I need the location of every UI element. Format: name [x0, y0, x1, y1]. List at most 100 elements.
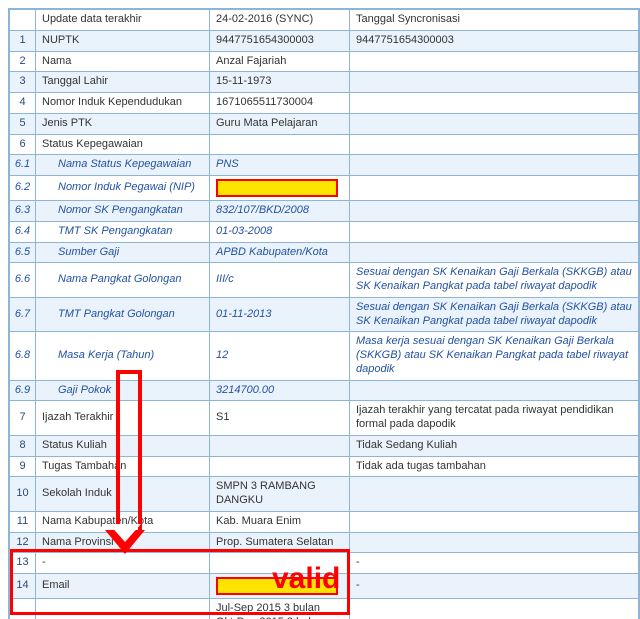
row-num: 8: [10, 435, 36, 456]
row-label: Nama Pangkat Golongan: [36, 263, 210, 298]
row-label: Nama Provinsi: [36, 532, 210, 553]
table-row: 6.1Nama Status KepegawaianPNS: [10, 155, 639, 176]
row-desc: [350, 72, 639, 93]
row-label: Jenis PTK: [36, 113, 210, 134]
row-label: Nama Kabupaten/Kota: [36, 511, 210, 532]
row-num: 6.3: [10, 201, 36, 222]
table-row: 11Nama Kabupaten/KotaKab. Muara Enim: [10, 511, 639, 532]
table-row: 13--: [10, 553, 639, 574]
table-row: 6Status Kepegawaian: [10, 134, 639, 155]
row-num: 15: [10, 599, 36, 619]
row-value: 15-11-1973: [210, 72, 350, 93]
row-num: 14: [10, 574, 36, 599]
table-row: 6.8Masa Kerja (Tahun)12Masa kerja sesuai…: [10, 332, 639, 380]
table-row: 6.4TMT SK Pengangkatan01-03-2008: [10, 221, 639, 242]
row-label: Status Keaktifan: [36, 599, 210, 619]
row-label: Sekolah Induk: [36, 477, 210, 512]
row-desc: Tanggal Syncronisasi: [350, 10, 639, 31]
row-num: [10, 10, 36, 31]
row-label: TMT SK Pengangkatan: [36, 221, 210, 242]
row-label: TMT Pangkat Golongan: [36, 297, 210, 332]
row-desc: [350, 93, 639, 114]
row-num: 7: [10, 401, 36, 436]
row-label: Tanggal Lahir: [36, 72, 210, 93]
table-row: 1NUPTK94477516543000039447751654300003: [10, 30, 639, 51]
row-desc: -: [350, 574, 639, 599]
row-value: III/c: [210, 263, 350, 298]
table-row: 6.6Nama Pangkat GolonganIII/cSesuai deng…: [10, 263, 639, 298]
row-num: 12: [10, 532, 36, 553]
row-desc: [350, 176, 639, 201]
row-label: Nama: [36, 51, 210, 72]
row-value: 832/107/BKD/2008: [210, 201, 350, 222]
row-num: 4: [10, 93, 36, 114]
row-value: [210, 435, 350, 456]
table-row: 5Jenis PTKGuru Mata Pelajaran: [10, 113, 639, 134]
row-value: 12: [210, 332, 350, 380]
row-desc: [350, 155, 639, 176]
row-desc: [350, 242, 639, 263]
data-table: Update data terakhir24-02-2016 (SYNC)Tan…: [9, 9, 639, 619]
row-label: Ijazah Terakhir: [36, 401, 210, 436]
table-row: 2NamaAnzal Fajariah: [10, 51, 639, 72]
row-value: 24-02-2016 (SYNC): [210, 10, 350, 31]
row-value: APBD Kabupaten/Kota: [210, 242, 350, 263]
row-num: 13: [10, 553, 36, 574]
row-num: 2: [10, 51, 36, 72]
row-num: 6: [10, 134, 36, 155]
row-desc: Tidak ada tugas tambahan: [350, 456, 639, 477]
row-value: 01-11-2013: [210, 297, 350, 332]
row-label: Update data terakhir: [36, 10, 210, 31]
row-value-redacted: [210, 574, 350, 599]
row-label: Status Kepegawaian: [36, 134, 210, 155]
row-label: Nomor Induk Pegawai (NIP): [36, 176, 210, 201]
table-row: 6.5Sumber GajiAPBD Kabupaten/Kota: [10, 242, 639, 263]
table-row: 6.2Nomor Induk Pegawai (NIP): [10, 176, 639, 201]
row-num: 3: [10, 72, 36, 93]
row-value: Guru Mata Pelajaran: [210, 113, 350, 134]
row-desc: [350, 511, 639, 532]
table-row: 14Email-: [10, 574, 639, 599]
table-row: Update data terakhir24-02-2016 (SYNC)Tan…: [10, 10, 639, 31]
row-desc: Masa kerja sesuai dengan SK Kenaikan Gaj…: [350, 332, 639, 380]
row-num: 6.1: [10, 155, 36, 176]
redacted-box: [216, 179, 338, 197]
row-num: 10: [10, 477, 36, 512]
row-num: 6.2: [10, 176, 36, 201]
row-value: Prop. Sumatera Selatan: [210, 532, 350, 553]
row-desc: [350, 477, 639, 512]
row-label: Tugas Tambahan: [36, 456, 210, 477]
row-num: 6.6: [10, 263, 36, 298]
row-num: 6.9: [10, 380, 36, 401]
table-row: 6.7TMT Pangkat Golongan01-11-2013Sesuai …: [10, 297, 639, 332]
row-num: 1: [10, 30, 36, 51]
row-desc: Sesuai dengan SK Kenaikan Gaji Berkala (…: [350, 297, 639, 332]
row-value: Kab. Muara Enim: [210, 511, 350, 532]
row-desc: Status Keaktifan guru pada dapodik: [350, 599, 639, 619]
row-desc: [350, 221, 639, 242]
table-row: 4Nomor Induk Kependudukan167106551173000…: [10, 93, 639, 114]
table-row: 10Sekolah IndukSMPN 3 RAMBANG DANGKU: [10, 477, 639, 512]
row-value: PNS: [210, 155, 350, 176]
row-label: Gaji Pokok: [36, 380, 210, 401]
row-num: 9: [10, 456, 36, 477]
row-value: 01-03-2008: [210, 221, 350, 242]
row-desc: -: [350, 553, 639, 574]
row-value: Anzal Fajariah: [210, 51, 350, 72]
table-row: 7Ijazah TerakhirS1Ijazah terakhir yang t…: [10, 401, 639, 436]
row-value: 9447751654300003: [210, 30, 350, 51]
row-label: Status Kuliah: [36, 435, 210, 456]
row-value: 3214700.00: [210, 380, 350, 401]
row-desc: [350, 113, 639, 134]
row-desc: Tidak Sedang Kuliah: [350, 435, 639, 456]
row-value: 1671065511730004: [210, 93, 350, 114]
table-row: 8Status Kuliah Tidak Sedang Kuliah: [10, 435, 639, 456]
data-table-container: Update data terakhir24-02-2016 (SYNC)Tan…: [8, 8, 640, 619]
row-num: 5: [10, 113, 36, 134]
row-desc: Sesuai dengan SK Kenaikan Gaji Berkala (…: [350, 263, 639, 298]
row-label: NUPTK: [36, 30, 210, 51]
redacted-box: [216, 577, 338, 595]
row-desc: [350, 134, 639, 155]
row-desc: [350, 532, 639, 553]
row-num: 6.4: [10, 221, 36, 242]
